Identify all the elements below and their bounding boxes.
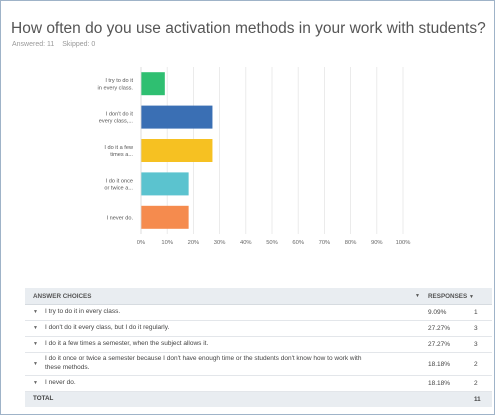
response-count: 1	[474, 309, 478, 316]
table-row: ▼ I try to do it in every class. 9.09% 1	[25, 305, 492, 321]
response-count: 3	[474, 325, 478, 332]
x-tick-label: 20%	[188, 240, 200, 246]
category-label: I do it once or twice a...	[104, 178, 133, 191]
chevron-down-icon[interactable]: ▼	[33, 325, 41, 331]
x-tick-label: 60%	[292, 240, 304, 246]
total-count: 11	[474, 396, 481, 403]
x-tick-label: 30%	[214, 240, 226, 246]
bar	[141, 205, 189, 229]
choice-text: I try to do it in every class.	[45, 308, 121, 316]
choice-text: I do it once or twice a semester because…	[45, 355, 362, 371]
bar	[141, 172, 189, 196]
sort-caret-icon[interactable]: ▼	[415, 293, 420, 300]
response-count: 3	[474, 341, 478, 348]
bar	[141, 139, 213, 162]
chevron-down-icon[interactable]: ▼	[33, 309, 41, 315]
bar-chart: 0% 10% 20% 30% 40% 50% 60% 70% 80% 90% 100% I try t…	[98, 67, 411, 246]
response-percent: 27.27%	[428, 341, 451, 348]
response-percent: 18.18%	[428, 360, 451, 368]
choice-text: I never do.	[45, 379, 76, 387]
response-count: 2	[474, 380, 478, 387]
answer-choices-header[interactable]: ANSWER CHOICES ▼	[25, 293, 428, 300]
x-tick-label: 10%	[161, 240, 173, 246]
total-row: TOTAL 11	[25, 392, 492, 407]
x-tick-label: 100%	[396, 240, 411, 246]
category-label: I never do.	[107, 215, 134, 221]
response-percent: 27.27%	[428, 325, 451, 332]
answer-choices-label: ANSWER CHOICES	[33, 292, 92, 300]
table-row: ▼ I do it once or twice a semester becaus…	[25, 353, 492, 376]
question-summary-card: How often do you use activation methods …	[0, 0, 495, 415]
table-row: ▼ I don't do it every class, but I do it …	[25, 321, 492, 337]
table-row: ▼ I do it a few times a semester, when th…	[25, 337, 492, 353]
sort-caret-icon: ▼	[468, 293, 474, 300]
category-label: I don't do it every class,...	[99, 112, 134, 125]
category-label: I do it a few times a...	[104, 145, 134, 158]
x-tick-label: 40%	[240, 240, 252, 246]
x-tick-label: 90%	[371, 240, 383, 246]
x-tick-label: 50%	[266, 240, 278, 246]
table-row: ▼ I never do. 18.18% 2	[25, 376, 492, 392]
response-percent: 9.09%	[428, 309, 447, 316]
choice-text: I do it a few times a semester, when the…	[45, 340, 209, 348]
chevron-down-icon[interactable]: ▼	[33, 380, 41, 386]
chevron-down-icon[interactable]: ▼	[33, 361, 41, 367]
answer-table: ANSWER CHOICES ▼ RESPONSES ▼ ▼ I try to d…	[25, 288, 492, 407]
responses-label: RESPONSES	[428, 292, 468, 300]
bar	[141, 72, 165, 96]
x-tick-label: 70%	[319, 240, 331, 246]
x-tick-label: 80%	[345, 240, 357, 246]
response-count: 2	[474, 360, 478, 368]
choice-text: I don't do it every class, but I do it r…	[45, 324, 170, 332]
total-label: TOTAL	[33, 395, 54, 403]
x-tick-label: 0%	[137, 240, 145, 246]
response-percent: 18.18%	[428, 380, 451, 387]
category-label: I try to do it in every class.	[98, 78, 134, 91]
bar	[141, 105, 213, 129]
table-header: ANSWER CHOICES ▼ RESPONSES ▼	[25, 288, 492, 305]
responses-header[interactable]: RESPONSES ▼	[428, 293, 492, 300]
chevron-down-icon[interactable]: ▼	[33, 341, 41, 347]
